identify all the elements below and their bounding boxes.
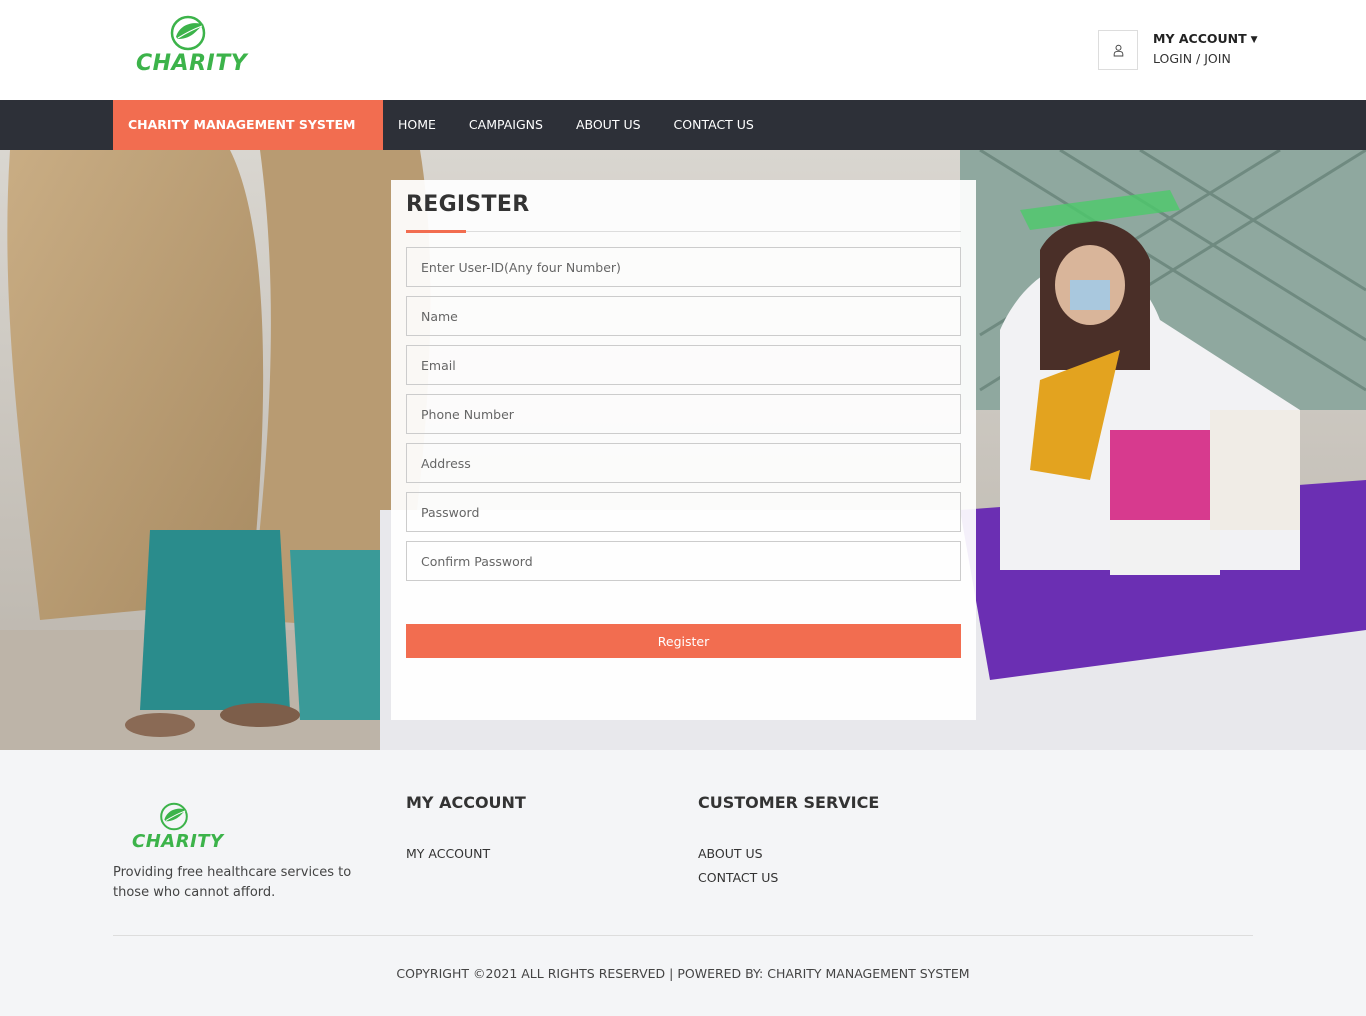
main-nav: CHARITY MANAGEMENT SYSTEM HOME CAMPAIGNS… xyxy=(0,100,1366,150)
hero-section: REGISTER Register xyxy=(0,150,1366,750)
user-id-input[interactable] xyxy=(406,247,961,287)
register-title: REGISTER xyxy=(406,192,530,217)
name-input[interactable] xyxy=(406,296,961,336)
title-divider xyxy=(406,231,961,232)
nav-campaigns[interactable]: CAMPAIGNS xyxy=(469,100,543,150)
login-join-link[interactable]: LOGIN / JOIN xyxy=(1153,51,1231,66)
user-icon[interactable] xyxy=(1098,30,1138,70)
footer-contact-us-link[interactable]: CONTACT US xyxy=(698,870,778,885)
footer-description: Providing free healthcare services to th… xyxy=(113,865,352,900)
leaf-globe-icon xyxy=(170,15,206,51)
phone-number-input[interactable] xyxy=(406,394,961,434)
footer-logo-text: CHARITY xyxy=(132,831,224,852)
my-account-dropdown[interactable]: MY ACCOUNT ▼ xyxy=(1153,31,1258,46)
title-accent-underline xyxy=(406,230,466,233)
nav-brand[interactable]: CHARITY MANAGEMENT SYSTEM xyxy=(113,100,383,150)
site-footer: CHARITY Providing free healthcare servic… xyxy=(0,750,1366,1016)
my-account-label: MY ACCOUNT xyxy=(1153,31,1247,46)
nav-contact-us[interactable]: CONTACT US xyxy=(674,100,754,150)
footer-divider xyxy=(113,935,1253,936)
footer-my-account-link[interactable]: MY ACCOUNT xyxy=(406,846,490,861)
nav-about-us[interactable]: ABOUT US xyxy=(576,100,641,150)
nav-links: HOME CAMPAIGNS ABOUT US CONTACT US xyxy=(398,100,787,150)
account-menu[interactable]: MY ACCOUNT ▼ LOGIN / JOIN xyxy=(1098,30,1258,72)
register-button[interactable]: Register xyxy=(406,624,961,658)
logo-text: CHARITY xyxy=(136,51,248,76)
site-logo[interactable]: CHARITY xyxy=(136,15,248,80)
email-input[interactable] xyxy=(406,345,961,385)
site-header: CHARITY MY ACCOUNT ▼ LOGIN / JOIN xyxy=(0,0,1366,100)
footer-logo[interactable]: CHARITY xyxy=(132,802,232,854)
copyright-text: COPYRIGHT ©2021 ALL RIGHTS RESERVED | PO… xyxy=(396,966,970,981)
caret-down-icon: ▼ xyxy=(1250,35,1258,45)
leaf-globe-icon xyxy=(160,802,188,831)
address-input[interactable] xyxy=(406,443,961,483)
nav-home[interactable]: HOME xyxy=(398,100,436,150)
confirm-password-input[interactable] xyxy=(406,541,961,581)
password-input[interactable] xyxy=(406,492,961,532)
footer-my-account-heading: MY ACCOUNT xyxy=(406,793,526,812)
footer-about-us-link[interactable]: ABOUT US xyxy=(698,846,763,861)
footer-customer-service-heading: CUSTOMER SERVICE xyxy=(698,793,880,812)
register-card: REGISTER Register xyxy=(391,180,976,720)
